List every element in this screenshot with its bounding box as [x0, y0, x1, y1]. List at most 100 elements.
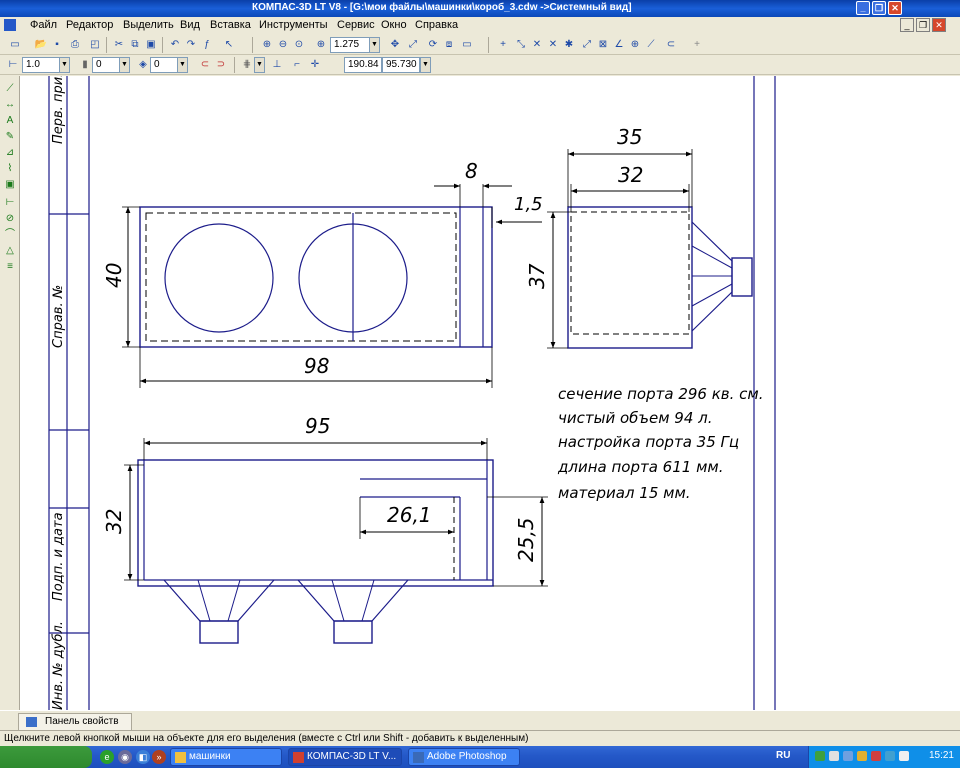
zoom-out-icon[interactable]: ⊖ — [276, 38, 290, 52]
arc-tool-icon[interactable]: ⌒ — [3, 228, 17, 242]
snap-intersect-icon[interactable]: ✕ — [546, 38, 560, 52]
cursor-coords-icon[interactable]: ✛ — [308, 58, 322, 72]
function-icon[interactable]: ƒ — [200, 38, 214, 52]
menu-tools[interactable]: Инструменты — [259, 19, 328, 31]
zoom-in-icon[interactable]: ⊕ — [260, 38, 274, 52]
snap-center-icon[interactable]: ⊕ — [628, 38, 642, 52]
tray-network-icon[interactable] — [815, 751, 825, 761]
snap-point-on-curve-icon[interactable]: ⟋ — [644, 38, 658, 52]
properties-panel-tab[interactable]: Панель свойств — [18, 713, 132, 730]
geometry-icon[interactable]: ⟋ — [3, 82, 17, 96]
minimize-icon[interactable]: _ — [856, 1, 870, 15]
triangle-tool-icon[interactable]: △ — [3, 244, 17, 258]
menu-insert[interactable]: Вставка — [210, 19, 251, 31]
layer-dropdown-icon[interactable]: ▼ — [119, 57, 130, 73]
designations-icon[interactable]: A — [3, 114, 17, 128]
menu-help[interactable]: Справка — [415, 19, 458, 31]
dimensions-icon[interactable]: ↔ — [3, 98, 17, 112]
drawing-sheet[interactable]: Перв. прим. Справ. № Подп. и дата Инв. №… — [20, 76, 960, 710]
tray-update-icon[interactable] — [885, 751, 895, 761]
measure-icon[interactable]: ⌇ — [3, 162, 17, 176]
menu-window[interactable]: Окно — [381, 19, 407, 31]
snap-grid-icon[interactable]: ⊠ — [596, 38, 610, 52]
view-icon[interactable]: ▭ — [460, 38, 474, 52]
menu-service[interactable]: Сервис — [337, 19, 375, 31]
round-icon[interactable]: ⊃ — [214, 58, 228, 72]
snap-angle-icon[interactable]: ∠ — [612, 38, 626, 52]
preview-icon[interactable]: ◰ — [88, 38, 102, 52]
tray-antivirus-icon[interactable] — [871, 751, 881, 761]
copy-icon[interactable]: ⧉ — [128, 38, 142, 52]
zoom-input[interactable]: 1.275 — [330, 37, 370, 53]
redo-icon[interactable]: ↷ — [184, 38, 198, 52]
spec-icon[interactable]: ⊢ — [3, 196, 17, 210]
print-icon[interactable]: ⎙ — [68, 38, 82, 52]
menu-file[interactable]: Файл — [30, 19, 57, 31]
local-cs-icon[interactable]: ⊥ — [270, 58, 284, 72]
clock[interactable]: 15:21 — [929, 750, 954, 761]
top-view[interactable]: 40 98 8 1,5 — [102, 159, 543, 388]
zoom-frame-icon[interactable]: ⊙ — [292, 38, 306, 52]
task-photoshop[interactable]: Adobe Photoshop — [408, 748, 520, 766]
start-button[interactable] — [0, 746, 92, 768]
hatch-tool-icon[interactable]: ≡ — [3, 260, 17, 274]
menu-view[interactable]: Вид — [180, 19, 200, 31]
tray-volume-icon[interactable] — [829, 751, 839, 761]
grid-dropdown-icon[interactable]: ▼ — [254, 57, 265, 73]
snap-end-icon[interactable]: ⤡ — [514, 38, 528, 52]
zoom-all-icon[interactable]: ⤢ — [406, 38, 420, 52]
coord-y-input[interactable]: 95.730 — [382, 57, 420, 73]
tray-app-icon[interactable] — [857, 751, 867, 761]
menu-select[interactable]: Выделить — [123, 19, 174, 31]
quicklaunch-more-icon[interactable]: » — [152, 750, 166, 764]
ortho-icon[interactable]: ⊂ — [198, 58, 212, 72]
task-kompas[interactable]: КОМПАС-3D LT V... — [288, 748, 402, 766]
zoom-scale-icon[interactable]: ⊕ — [314, 38, 328, 52]
line-scale-dropdown-icon[interactable]: ▼ — [59, 57, 70, 73]
snap-mid-icon[interactable]: ✕ — [530, 38, 544, 52]
paste-icon[interactable]: ▣ — [144, 38, 158, 52]
snap-point-icon[interactable]: + — [496, 38, 510, 52]
menu-editor[interactable]: Редактор — [66, 19, 113, 31]
parametrize-icon[interactable]: ⊿ — [3, 146, 17, 160]
layers-icon[interactable]: ⧈ — [442, 38, 456, 52]
doc-close-icon[interactable]: ✕ — [932, 18, 946, 32]
coords-dropdown-icon[interactable]: ▼ — [420, 57, 431, 73]
grid-icon[interactable]: ⋕ — [240, 58, 254, 72]
undo-icon[interactable]: ↶ — [168, 38, 182, 52]
magnet-icon[interactable]: ⊂ — [664, 38, 678, 52]
drawing-canvas[interactable]: Перв. прим. Справ. № Подп. и дата Инв. №… — [20, 76, 960, 710]
more-tools-icon[interactable]: + — [690, 38, 704, 52]
refresh-icon[interactable]: ⟳ — [426, 38, 440, 52]
zoom-dropdown-icon[interactable]: ▼ — [369, 37, 380, 53]
cut-icon[interactable]: ✂ — [112, 38, 126, 52]
language-indicator[interactable]: RU — [776, 750, 790, 761]
circle-tool-icon[interactable]: ⊘ — [3, 212, 17, 226]
tray-display-icon[interactable] — [843, 751, 853, 761]
save-icon[interactable]: ▪ — [50, 38, 64, 52]
doc-minimize-icon[interactable]: _ — [900, 18, 914, 32]
quicklaunch-media-icon[interactable]: ◉ — [118, 750, 132, 764]
quicklaunch-desktop-icon[interactable]: ◧ — [136, 750, 150, 764]
close-icon[interactable]: ✕ — [888, 1, 902, 15]
new-document-icon[interactable]: ▭ — [8, 38, 22, 52]
app-icon[interactable] — [4, 19, 16, 31]
snap-normal-icon[interactable]: ⤢ — [580, 38, 594, 52]
style-dropdown-icon[interactable]: ▼ — [177, 57, 188, 73]
edit-icon[interactable]: ✎ — [3, 130, 17, 144]
doc-restore-icon[interactable]: ❐ — [916, 18, 930, 32]
open-icon[interactable]: 📂 — [34, 38, 48, 52]
cs-icon[interactable]: ⌐ — [290, 58, 304, 72]
pan-icon[interactable]: ✥ — [388, 38, 402, 52]
snap-tangent-icon[interactable]: ✱ — [562, 38, 576, 52]
front-view[interactable]: 95 32 26,1 25,5 — [102, 414, 548, 644]
select-icon[interactable]: ▣ — [3, 178, 17, 192]
maximize-icon[interactable]: ❐ — [872, 1, 886, 15]
system-tray: 15:21 — [808, 746, 960, 768]
coord-x-input[interactable]: 190.84 — [344, 57, 382, 73]
tray-misc-icon[interactable] — [899, 751, 909, 761]
task-folder[interactable]: машинки — [170, 748, 282, 766]
side-view[interactable]: 35 32 37 — [525, 125, 753, 349]
help-cursor-icon[interactable]: ↖ — [222, 38, 236, 52]
quicklaunch-browser-icon[interactable]: e — [100, 750, 114, 764]
